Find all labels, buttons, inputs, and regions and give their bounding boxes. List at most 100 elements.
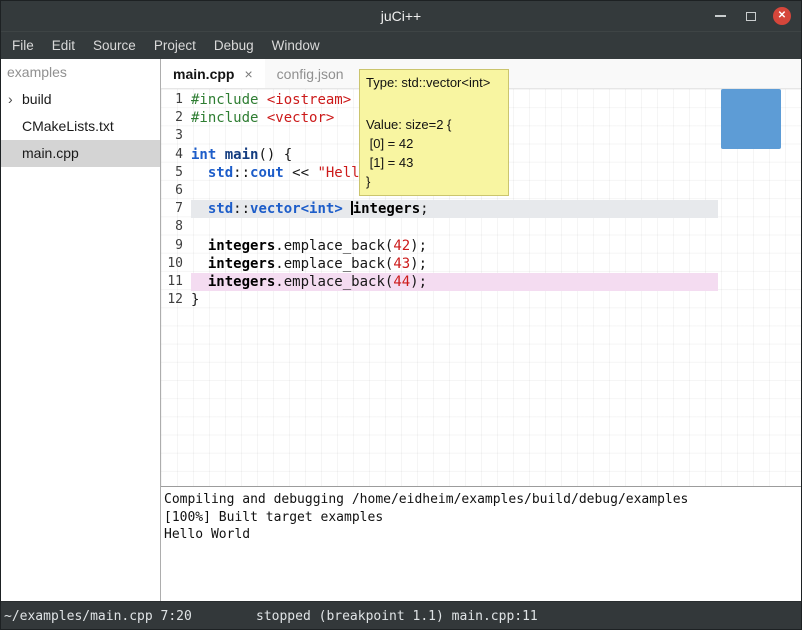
code-token: cout <box>250 165 284 181</box>
close-icon: ✕ <box>778 11 786 21</box>
line-number[interactable]: 5 <box>161 164 191 182</box>
editor-line-11[interactable]: 11 integers.emplace_back(44); <box>161 273 718 291</box>
menu-item-edit[interactable]: Edit <box>43 32 84 60</box>
menu-item-window[interactable]: Window <box>263 32 329 60</box>
code-token <box>258 110 266 126</box>
minimize-icon <box>715 15 726 17</box>
line-number[interactable]: 2 <box>161 109 191 127</box>
tab-label: config.json <box>277 66 344 82</box>
code-token: 43 <box>393 256 410 272</box>
close-tab-icon[interactable]: × <box>244 66 252 82</box>
line-number[interactable]: 10 <box>161 255 191 273</box>
sidebar-item-label: CMakeLists.txt <box>22 118 114 134</box>
code-token: ); <box>410 256 427 272</box>
juci-window: juCi++ ✕ FileEditSourceProjectDebugWindo… <box>0 0 802 630</box>
code-token: ); <box>410 238 427 254</box>
editor-line-9[interactable]: 9 integers.emplace_back(42); <box>161 237 718 255</box>
code-token <box>191 256 208 272</box>
sidebar-item-cmakelists-txt[interactable]: CMakeLists.txt <box>1 113 160 140</box>
code-token: integers <box>353 201 420 217</box>
editor-line-12[interactable]: 12} <box>161 291 718 309</box>
code-token: } <box>191 292 199 308</box>
code-token <box>191 165 208 181</box>
editor-scrollbar-thumb[interactable] <box>721 89 781 149</box>
editor-line-10[interactable]: 10 integers.emplace_back(43); <box>161 255 718 273</box>
code-token: vector <box>250 201 301 217</box>
code-token: integers <box>208 238 275 254</box>
expander-chevron-icon[interactable]: › <box>8 86 13 113</box>
line-number[interactable]: 8 <box>161 218 191 236</box>
code-token: :: <box>233 165 250 181</box>
code-token: .emplace_back( <box>275 274 393 290</box>
code-line: } <box>191 291 718 309</box>
tooltip-value-line: } <box>366 172 502 191</box>
code-token: .emplace_back( <box>275 256 393 272</box>
tooltip-value-block: Value: size=2 { [0] = 42 [1] = 43} <box>366 115 502 191</box>
sidebar-item-label: build <box>22 91 52 107</box>
output-terminal[interactable]: Compiling and debugging /home/eidheim/ex… <box>161 486 801 601</box>
tab-label: main.cpp <box>173 66 234 82</box>
terminal-line: [100%] Built target examples <box>164 509 801 527</box>
sidebar-item-main-cpp[interactable]: main.cpp <box>1 140 160 167</box>
line-number[interactable]: 7 <box>161 200 191 218</box>
code-token: std <box>208 165 233 181</box>
tooltip-type-text: Type: std::vector<int> <box>366 74 502 91</box>
line-number[interactable]: 3 <box>161 127 191 145</box>
code-token: > <box>334 201 342 217</box>
code-token: 42 <box>393 238 410 254</box>
window-title: juCi++ <box>381 8 421 24</box>
code-token <box>343 201 351 217</box>
menu-item-project[interactable]: Project <box>145 32 205 60</box>
terminal-line: Compiling and debugging /home/eidheim/ex… <box>164 491 801 509</box>
tooltip-value-line: [1] = 43 <box>366 153 502 172</box>
file-tree-sidebar: examples › build CMakeLists.txt main.cpp <box>1 59 161 601</box>
code-token: <vector> <box>267 110 334 126</box>
project-name: examples <box>1 59 160 86</box>
code-token: < <box>301 201 309 217</box>
code-token: integers <box>208 256 275 272</box>
menu-item-source[interactable]: Source <box>84 32 145 60</box>
code-line: integers.emplace_back(43); <box>191 255 718 273</box>
tab-main-cpp[interactable]: main.cpp × <box>161 59 265 88</box>
sidebar-item-label: main.cpp <box>22 145 79 161</box>
code-token: std <box>208 201 233 217</box>
sidebar-item-build[interactable]: › build <box>1 86 160 113</box>
line-number[interactable]: 4 <box>161 146 191 164</box>
code-token <box>258 92 266 108</box>
code-line: integers.emplace_back(42); <box>191 237 718 255</box>
tab-config-json[interactable]: config.json <box>265 59 356 88</box>
debug-value-tooltip: Type: std::vector<int> Value: size=2 { [… <box>359 69 509 196</box>
minimize-button[interactable] <box>711 7 729 25</box>
editor-line-8[interactable]: 8 <box>161 218 718 236</box>
line-number[interactable]: 9 <box>161 237 191 255</box>
code-token: int <box>191 147 216 163</box>
code-token <box>191 201 208 217</box>
code-token: 44 <box>393 274 410 290</box>
close-button[interactable]: ✕ <box>773 7 791 25</box>
editor-line-7[interactable]: 7 std::vector<int> integers; <box>161 200 718 218</box>
code-token <box>191 274 208 290</box>
code-token: #include <box>191 110 258 126</box>
code-token <box>191 238 208 254</box>
line-number[interactable]: 6 <box>161 182 191 200</box>
window-controls: ✕ <box>711 1 791 31</box>
menu-item-debug[interactable]: Debug <box>205 32 263 60</box>
statusbar: ~/examples/main.cpp 7:20 stopped (breakp… <box>1 601 801 630</box>
code-token: int <box>309 201 334 217</box>
file-tree: › build CMakeLists.txt main.cpp <box>1 86 160 167</box>
line-number[interactable]: 11 <box>161 273 191 291</box>
code-token: :: <box>233 201 250 217</box>
code-token: ); <box>410 274 427 290</box>
code-line: integers.emplace_back(44); <box>191 273 718 291</box>
terminal-line: Hello World <box>164 526 801 544</box>
menu-item-file[interactable]: File <box>3 32 43 60</box>
code-token: #include <box>191 92 258 108</box>
restore-icon <box>746 12 756 21</box>
menubar: FileEditSourceProjectDebugWindow <box>1 31 801 59</box>
titlebar[interactable]: juCi++ ✕ <box>1 1 801 31</box>
code-token: .emplace_back( <box>275 238 393 254</box>
line-number[interactable]: 1 <box>161 91 191 109</box>
tooltip-value-line: [0] = 42 <box>366 134 502 153</box>
restore-button[interactable] <box>742 7 760 25</box>
line-number[interactable]: 12 <box>161 291 191 309</box>
